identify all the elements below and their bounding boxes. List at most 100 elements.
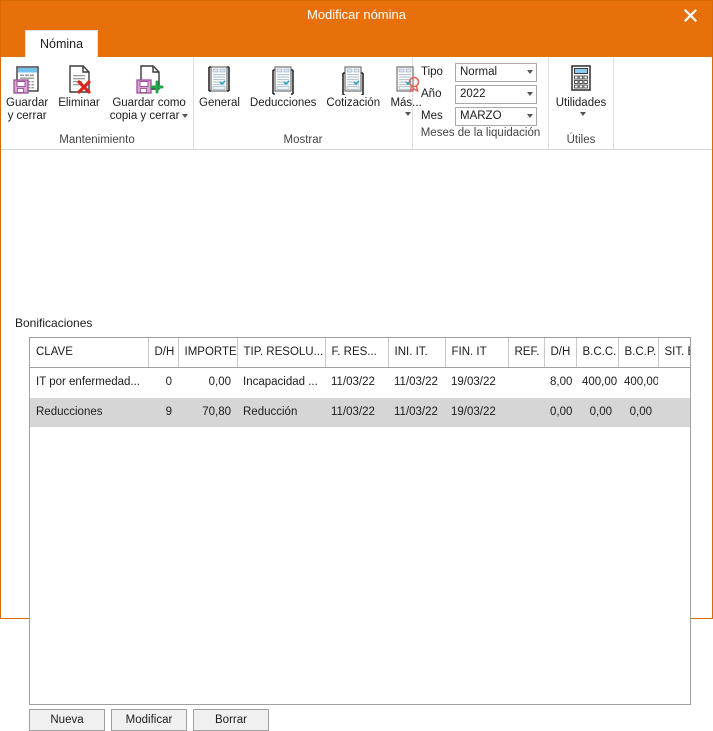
save-copy-close-icon bbox=[133, 61, 165, 97]
column-header-bcp[interactable]: B.C.P. bbox=[618, 338, 659, 368]
tipo-label: Tipo bbox=[421, 66, 443, 78]
chevron-down-icon[interactable] bbox=[521, 70, 536, 74]
save-as-copy-label-1: Guardar como bbox=[112, 97, 186, 109]
cell-sit_esp bbox=[658, 397, 690, 427]
ribbon-group-label-mostrar: Mostrar bbox=[283, 134, 323, 146]
anio-value: 2022 bbox=[460, 88, 486, 100]
cell-sit_esp bbox=[658, 367, 690, 397]
column-header-f_res[interactable]: F. RES... bbox=[325, 338, 389, 368]
cell-dh2: 0,00 bbox=[544, 397, 576, 427]
report-general-icon bbox=[203, 61, 235, 97]
anio-label: Año bbox=[421, 88, 442, 100]
chevron-down-icon[interactable] bbox=[521, 92, 536, 96]
column-header-dh1[interactable]: D/H bbox=[148, 338, 179, 368]
borrar-button[interactable]: Borrar bbox=[193, 709, 269, 731]
column-header-bcc[interactable]: B.C.C. bbox=[576, 338, 619, 368]
cell-ref bbox=[508, 367, 544, 397]
table-row[interactable]: Reducciones 9 70,80 Reducción 11/03/22 11/03/… bbox=[30, 397, 690, 427]
bonificaciones-grid[interactable]: CLAVE D/H IMPORTE TIP. RESOLU... F. RES... IN… bbox=[29, 337, 691, 705]
delete-button[interactable]: Eliminar bbox=[53, 59, 105, 110]
cell-ref bbox=[508, 397, 544, 427]
column-header-ref[interactable]: REF. bbox=[508, 338, 545, 368]
ribbon-group-filler bbox=[614, 57, 712, 149]
modificar-button[interactable]: Modificar bbox=[111, 709, 187, 731]
column-header-fin_it[interactable]: FIN. IT bbox=[445, 338, 509, 368]
ribbon-group-label-mantenimiento: Mantenimiento bbox=[59, 134, 135, 146]
report-contribution-icon bbox=[337, 61, 369, 97]
ribbon-group-meses-liquidacion: Tipo Normal Año 2022 Mes MARZO Meses de … bbox=[413, 57, 549, 149]
cell-bcc: 0,00 bbox=[576, 397, 618, 427]
save-as-copy-label-2-text: copia y cerrar bbox=[109, 110, 180, 122]
cell-ini_it: 11/03/22 bbox=[388, 397, 445, 427]
utilidades-label: Utilidades bbox=[555, 97, 607, 109]
modificar-nomina-window: Modificar nómina Nómina Guardar y cerrar… bbox=[0, 0, 713, 731]
window-title: Modificar nómina bbox=[307, 7, 406, 22]
save-as-copy-label-2: copia y cerrar bbox=[110, 110, 189, 123]
show-general-button[interactable]: General bbox=[194, 59, 245, 110]
close-icon[interactable] bbox=[668, 1, 712, 29]
utilidades-button[interactable]: Utilidades bbox=[549, 59, 613, 120]
utilidades-caret-row[interactable] bbox=[556, 110, 607, 120]
title-bar: Modificar nómina bbox=[1, 1, 712, 29]
show-contribution-label: Cotización bbox=[326, 97, 381, 109]
tab-nomina-label: Nómina bbox=[40, 37, 84, 51]
cell-ini_it: 11/03/22 bbox=[394, 376, 438, 388]
save-and-close-button[interactable]: Guardar y cerrar bbox=[1, 59, 53, 123]
tab-nomina[interactable]: Nómina bbox=[25, 30, 99, 57]
tipo-value: Normal bbox=[460, 66, 498, 78]
show-contribution-button[interactable]: Cotización bbox=[321, 59, 385, 110]
ribbon: Guardar y cerrar Eliminar Guardar como c… bbox=[1, 57, 712, 150]
mes-label: Mes bbox=[421, 110, 443, 122]
field-row-anio: Año 2022 bbox=[421, 84, 540, 104]
nueva-button[interactable]: Nueva bbox=[29, 709, 105, 731]
tipo-select[interactable]: Normal bbox=[455, 62, 537, 82]
column-header-sit_esp[interactable]: SIT. ESP. bbox=[658, 338, 690, 368]
mes-value: MARZO bbox=[460, 110, 502, 122]
mes-select[interactable]: MARZO bbox=[455, 106, 537, 126]
chevron-down-icon[interactable] bbox=[404, 111, 411, 116]
cell-tip_resolu: Reducción bbox=[237, 397, 325, 427]
ribbon-group-mostrar: General Deducciones Cotización Más... Mo… bbox=[194, 57, 422, 149]
save-and-close-label-2: y cerrar bbox=[7, 110, 47, 122]
cell-tip_resolu: Incapacidad ... bbox=[243, 376, 318, 388]
field-row-mes: Mes MARZO bbox=[421, 106, 540, 126]
cell-dh1: 0 bbox=[165, 376, 172, 388]
chevron-down-icon[interactable] bbox=[521, 114, 536, 118]
cell-fin_it: 19/03/22 bbox=[445, 397, 508, 427]
save-as-copy-and-close-button[interactable]: Guardar como copia y cerrar bbox=[105, 59, 194, 123]
ribbon-group-label-meses: Meses de la liquidación bbox=[420, 127, 541, 139]
ribbon-group-mantenimiento: Guardar y cerrar Eliminar Guardar como c… bbox=[1, 57, 194, 149]
show-general-label: General bbox=[199, 97, 240, 109]
delete-label: Eliminar bbox=[58, 97, 100, 109]
show-deductions-button[interactable]: Deducciones bbox=[245, 59, 321, 110]
report-deductions-icon bbox=[267, 61, 299, 97]
ribbon-group-utiles: Utilidades Útiles bbox=[549, 57, 614, 149]
section-label-bonificaciones: Bonificaciones bbox=[15, 316, 93, 330]
column-header-ini_it[interactable]: INI. IT. bbox=[388, 338, 446, 368]
cell-bcp: 0,00 bbox=[618, 397, 658, 427]
save-and-close-label-1: Guardar bbox=[6, 97, 49, 109]
grid-action-buttons: Nueva Modificar Borrar bbox=[29, 709, 269, 731]
cell-importe: 0,00 bbox=[208, 376, 231, 388]
dialog-body: Bonificaciones CLAVE D/H IMPORTE TIP. RESOL… bbox=[1, 150, 712, 731]
field-row-tipo: Tipo Normal bbox=[421, 62, 540, 82]
column-header-importe[interactable]: IMPORTE bbox=[178, 338, 238, 368]
cell-dh1: 9 bbox=[148, 397, 178, 427]
cell-fin_it: 19/03/22 bbox=[451, 376, 496, 388]
table-header-row: CLAVE D/H IMPORTE TIP. RESOLU... F. RES... IN… bbox=[30, 338, 690, 368]
cell-clave: Reducciones bbox=[30, 397, 148, 427]
column-header-dh2[interactable]: D/H bbox=[544, 338, 577, 368]
chevron-down-icon[interactable] bbox=[182, 113, 189, 118]
column-header-tip_resolu[interactable]: TIP. RESOLU... bbox=[237, 338, 326, 368]
ribbon-group-label-utiles: Útiles bbox=[566, 134, 596, 146]
ribbon-tab-strip: Nómina bbox=[1, 29, 712, 57]
cell-clave: IT por enfermedad... bbox=[36, 376, 140, 388]
anio-select[interactable]: 2022 bbox=[455, 84, 537, 104]
column-header-clave[interactable]: CLAVE bbox=[30, 338, 149, 368]
cell-importe: 70,80 bbox=[178, 397, 237, 427]
bonificaciones-table: CLAVE D/H IMPORTE TIP. RESOLU... F. RES... IN… bbox=[30, 338, 690, 428]
show-deductions-label: Deducciones bbox=[249, 97, 317, 109]
table-row[interactable]: IT por enfermedad... 0 0,00 Incapacidad ...… bbox=[30, 367, 690, 397]
chevron-down-icon[interactable] bbox=[579, 111, 586, 116]
calculator-icon bbox=[566, 61, 596, 97]
